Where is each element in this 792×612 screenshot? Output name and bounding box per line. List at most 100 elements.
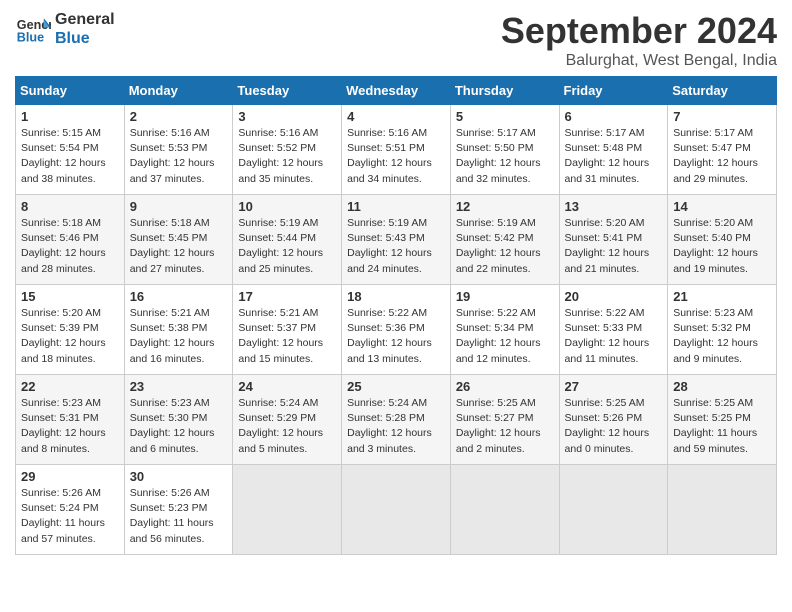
day-info: Sunrise: 5:20 AMSunset: 5:40 PMDaylight:… [673, 216, 771, 277]
calendar-cell-18: 18 Sunrise: 5:22 AMSunset: 5:36 PMDayligh… [342, 285, 451, 375]
day-number: 26 [456, 379, 554, 394]
day-info: Sunrise: 5:17 AMSunset: 5:50 PMDaylight:… [456, 126, 554, 187]
day-info: Sunrise: 5:23 AMSunset: 5:30 PMDaylight:… [130, 396, 228, 457]
header: General Blue General Blue September 2024… [15, 10, 777, 70]
location-subtitle: Balurghat, West Bengal, India [501, 52, 777, 70]
day-number: 28 [673, 379, 771, 394]
week-row-2: 8 Sunrise: 5:18 AMSunset: 5:46 PMDaylight… [16, 195, 777, 285]
day-number: 21 [673, 289, 771, 304]
day-number: 13 [565, 199, 663, 214]
calendar-cell-16: 16 Sunrise: 5:21 AMSunset: 5:38 PMDayligh… [124, 285, 233, 375]
day-number: 27 [565, 379, 663, 394]
calendar-cell-empty [450, 465, 559, 555]
calendar-cell-6: 6 Sunrise: 5:17 AMSunset: 5:48 PMDaylight… [559, 105, 668, 195]
day-number: 22 [21, 379, 119, 394]
calendar-cell-7: 7 Sunrise: 5:17 AMSunset: 5:47 PMDaylight… [668, 105, 777, 195]
day-info: Sunrise: 5:17 AMSunset: 5:48 PMDaylight:… [565, 126, 663, 187]
weekday-header-tuesday: Tuesday [233, 77, 342, 105]
calendar-cell-3: 3 Sunrise: 5:16 AMSunset: 5:52 PMDaylight… [233, 105, 342, 195]
logo-blue: Blue [55, 29, 115, 48]
day-number: 18 [347, 289, 445, 304]
calendar-cell-8: 8 Sunrise: 5:18 AMSunset: 5:46 PMDaylight… [16, 195, 125, 285]
day-info: Sunrise: 5:16 AMSunset: 5:52 PMDaylight:… [238, 126, 336, 187]
calendar-cell-empty [668, 465, 777, 555]
day-number: 12 [456, 199, 554, 214]
calendar-cell-13: 13 Sunrise: 5:20 AMSunset: 5:41 PMDayligh… [559, 195, 668, 285]
calendar-cell-9: 9 Sunrise: 5:18 AMSunset: 5:45 PMDaylight… [124, 195, 233, 285]
day-number: 5 [456, 109, 554, 124]
day-info: Sunrise: 5:16 AMSunset: 5:51 PMDaylight:… [347, 126, 445, 187]
calendar-cell-26: 26Sunrise: 5:25 AMSunset: 5:27 PMDayligh… [450, 375, 559, 465]
day-info: Sunrise: 5:24 AMSunset: 5:28 PMDaylight:… [347, 396, 445, 457]
calendar-cell-empty [233, 465, 342, 555]
week-row-3: 15Sunrise: 5:20 AMSunset: 5:39 PMDayligh… [16, 285, 777, 375]
day-info: Sunrise: 5:19 AMSunset: 5:43 PMDaylight:… [347, 216, 445, 277]
day-info: Sunrise: 5:26 AMSunset: 5:23 PMDaylight:… [130, 486, 228, 547]
calendar-cell-21: 21 Sunrise: 5:23 AMSunset: 5:32 PMDayligh… [668, 285, 777, 375]
day-number: 23 [130, 379, 228, 394]
day-number: 29 [21, 469, 119, 484]
day-number: 8 [21, 199, 119, 214]
weekday-header-monday: Monday [124, 77, 233, 105]
calendar-cell-4: 4 Sunrise: 5:16 AMSunset: 5:51 PMDaylight… [342, 105, 451, 195]
day-number: 17 [238, 289, 336, 304]
day-number: 1 [21, 109, 119, 124]
weekday-header-thursday: Thursday [450, 77, 559, 105]
day-info: Sunrise: 5:21 AMSunset: 5:37 PMDaylight:… [238, 306, 336, 367]
calendar-cell-5: 5 Sunrise: 5:17 AMSunset: 5:50 PMDaylight… [450, 105, 559, 195]
logo: General Blue General Blue [15, 10, 115, 48]
calendar-cell-empty [342, 465, 451, 555]
day-info: Sunrise: 5:22 AMSunset: 5:33 PMDaylight:… [565, 306, 663, 367]
calendar-cell-15: 15Sunrise: 5:20 AMSunset: 5:39 PMDayligh… [16, 285, 125, 375]
day-number: 25 [347, 379, 445, 394]
weekday-header-wednesday: Wednesday [342, 77, 451, 105]
day-number: 10 [238, 199, 336, 214]
day-number: 30 [130, 469, 228, 484]
calendar-cell-24: 24Sunrise: 5:24 AMSunset: 5:29 PMDayligh… [233, 375, 342, 465]
day-info: Sunrise: 5:19 AMSunset: 5:44 PMDaylight:… [238, 216, 336, 277]
day-number: 14 [673, 199, 771, 214]
calendar-cell-19: 19Sunrise: 5:22 AMSunset: 5:34 PMDayligh… [450, 285, 559, 375]
svg-text:Blue: Blue [17, 31, 44, 45]
day-number: 20 [565, 289, 663, 304]
day-number: 3 [238, 109, 336, 124]
day-info: Sunrise: 5:20 AMSunset: 5:41 PMDaylight:… [565, 216, 663, 277]
day-info: Sunrise: 5:22 AMSunset: 5:34 PMDaylight:… [456, 306, 554, 367]
day-number: 11 [347, 199, 445, 214]
title-block: September 2024 Balurghat, West Bengal, I… [501, 10, 777, 70]
month-title: September 2024 [501, 10, 777, 52]
day-info: Sunrise: 5:21 AMSunset: 5:38 PMDaylight:… [130, 306, 228, 367]
day-number: 16 [130, 289, 228, 304]
day-number: 9 [130, 199, 228, 214]
day-info: Sunrise: 5:16 AMSunset: 5:53 PMDaylight:… [130, 126, 228, 187]
calendar-cell-29: 29 Sunrise: 5:26 AMSunset: 5:24 PMDayligh… [16, 465, 125, 555]
calendar-cell-12: 12Sunrise: 5:19 AMSunset: 5:42 PMDayligh… [450, 195, 559, 285]
calendar-cell-2: 2Sunrise: 5:16 AMSunset: 5:53 PMDaylight… [124, 105, 233, 195]
week-row-5: 29 Sunrise: 5:26 AMSunset: 5:24 PMDayligh… [16, 465, 777, 555]
calendar-cell-10: 10 Sunrise: 5:19 AMSunset: 5:44 PMDayligh… [233, 195, 342, 285]
day-info: Sunrise: 5:18 AMSunset: 5:45 PMDaylight:… [130, 216, 228, 277]
calendar-cell-14: 14 Sunrise: 5:20 AMSunset: 5:40 PMDayligh… [668, 195, 777, 285]
day-info: Sunrise: 5:26 AMSunset: 5:24 PMDaylight:… [21, 486, 119, 547]
week-row-4: 22 Sunrise: 5:23 AMSunset: 5:31 PMDayligh… [16, 375, 777, 465]
day-info: Sunrise: 5:25 AMSunset: 5:26 PMDaylight:… [565, 396, 663, 457]
day-number: 6 [565, 109, 663, 124]
calendar-table: SundayMondayTuesdayWednesdayThursdayFrid… [15, 76, 777, 555]
weekday-header-saturday: Saturday [668, 77, 777, 105]
calendar-cell-30: 30 Sunrise: 5:26 AMSunset: 5:23 PMDayligh… [124, 465, 233, 555]
day-info: Sunrise: 5:18 AMSunset: 5:46 PMDaylight:… [21, 216, 119, 277]
day-info: Sunrise: 5:22 AMSunset: 5:36 PMDaylight:… [347, 306, 445, 367]
day-number: 4 [347, 109, 445, 124]
calendar-cell-23: 23 Sunrise: 5:23 AMSunset: 5:30 PMDayligh… [124, 375, 233, 465]
weekday-header-sunday: Sunday [16, 77, 125, 105]
day-info: Sunrise: 5:24 AMSunset: 5:29 PMDaylight:… [238, 396, 336, 457]
calendar-cell-11: 11 Sunrise: 5:19 AMSunset: 5:43 PMDayligh… [342, 195, 451, 285]
calendar-cell-28: 28Sunrise: 5:25 AMSunset: 5:25 PMDayligh… [668, 375, 777, 465]
calendar-cell-20: 20 Sunrise: 5:22 AMSunset: 5:33 PMDayligh… [559, 285, 668, 375]
day-info: Sunrise: 5:20 AMSunset: 5:39 PMDaylight:… [21, 306, 119, 367]
calendar-cell-empty [559, 465, 668, 555]
day-number: 7 [673, 109, 771, 124]
day-info: Sunrise: 5:17 AMSunset: 5:47 PMDaylight:… [673, 126, 771, 187]
day-info: Sunrise: 5:23 AMSunset: 5:31 PMDaylight:… [21, 396, 119, 457]
day-info: Sunrise: 5:23 AMSunset: 5:32 PMDaylight:… [673, 306, 771, 367]
